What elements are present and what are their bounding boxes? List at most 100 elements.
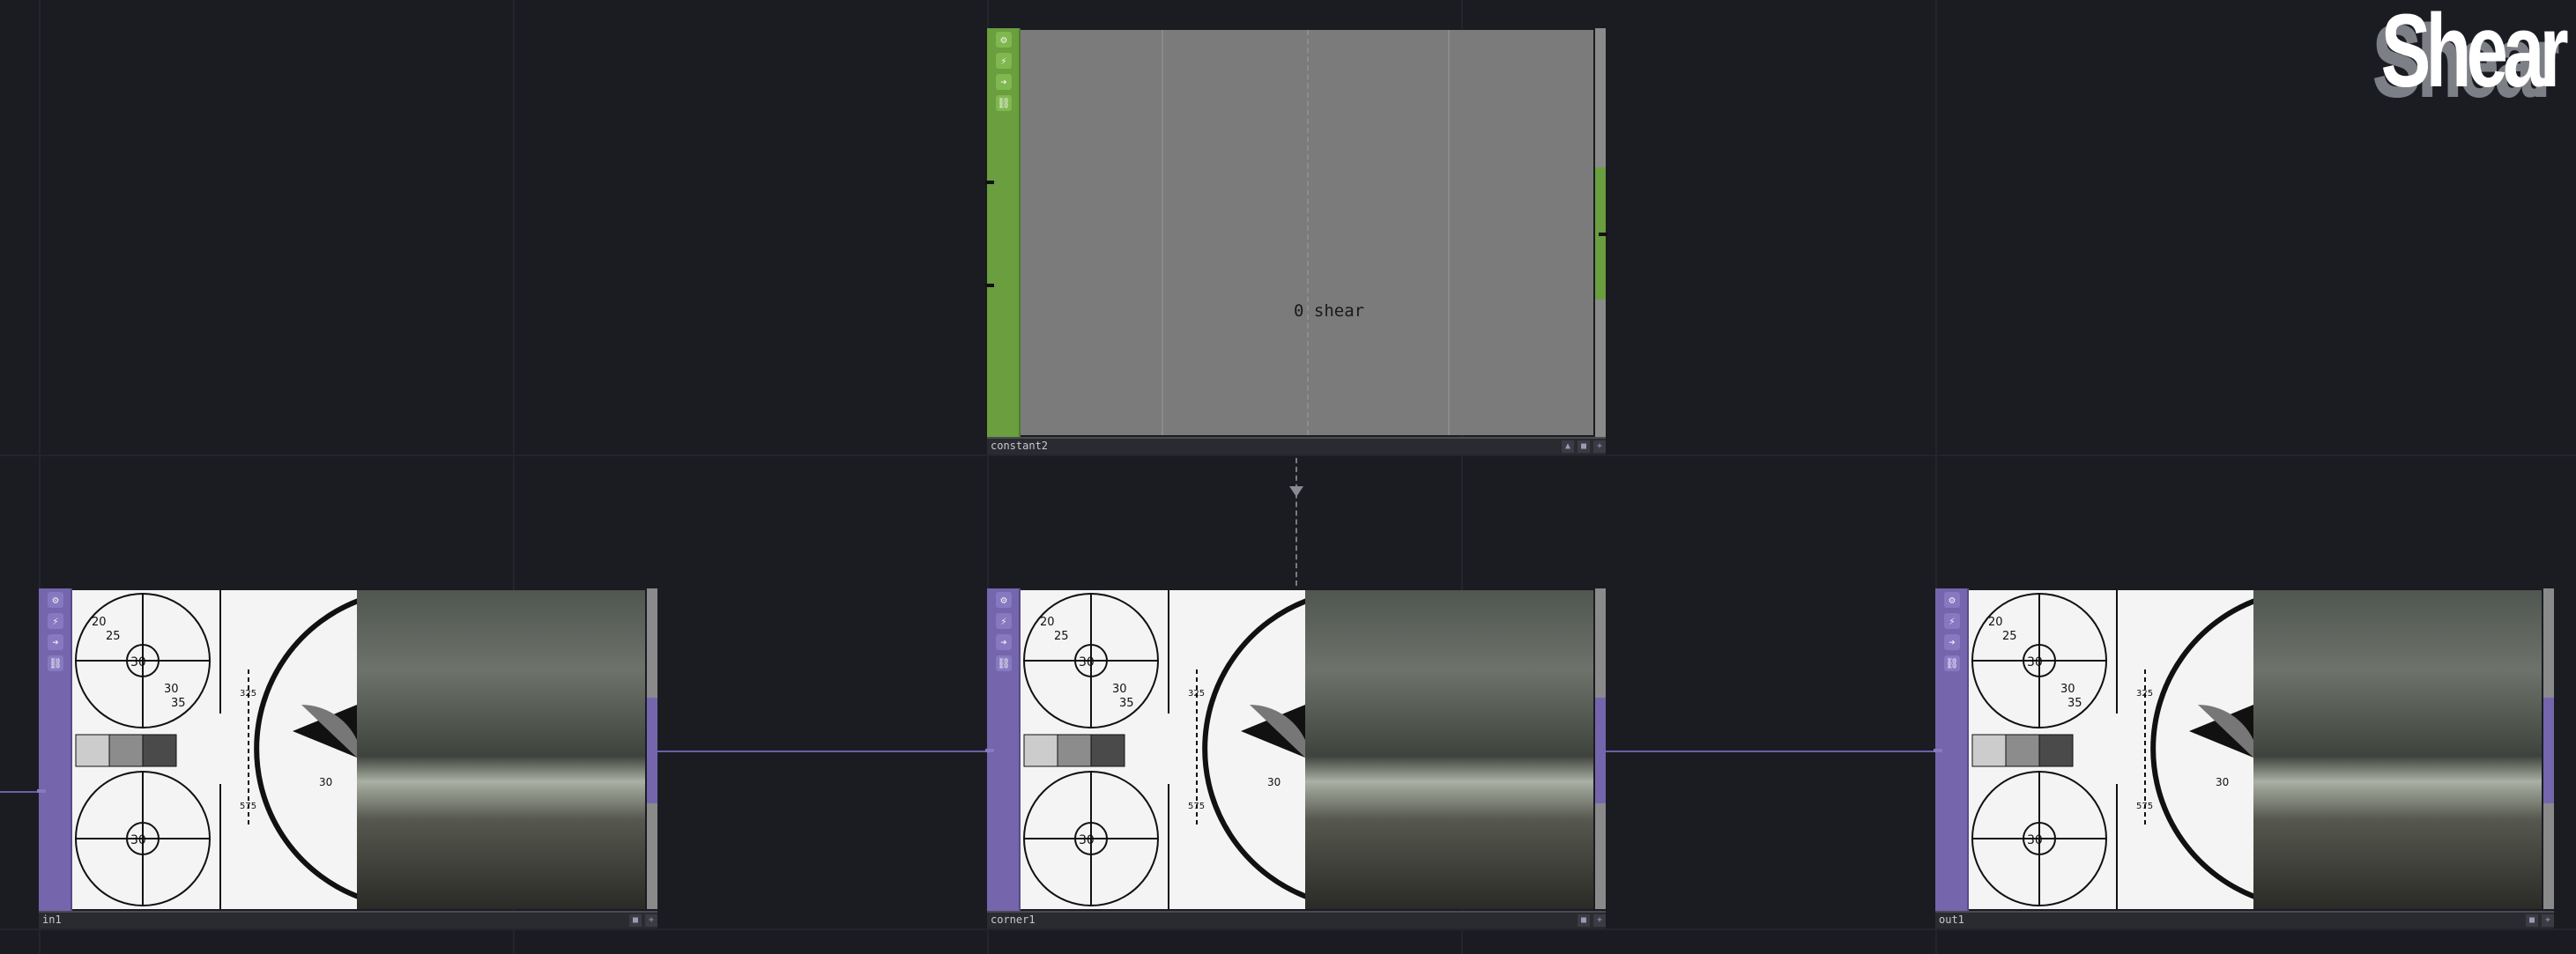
node-out1[interactable]: ⚙ ⚡ ➔ ⛓ 30 30 20 25 30 35 325 575 30 out… — [1934, 588, 2554, 928]
node-footer: in1 ■ + — [39, 911, 657, 928]
node-name[interactable]: out1 — [1939, 913, 1964, 926]
scale-label: 325 — [1188, 689, 1205, 699]
arrow-right-icon[interactable]: ➔ — [996, 634, 1012, 650]
add-icon[interactable]: + — [645, 914, 657, 927]
wire-in1-corner1[interactable] — [654, 751, 989, 752]
link-icon[interactable]: ⛓ — [48, 655, 63, 671]
tick-label: 30 — [2060, 683, 2075, 696]
arrow-right-icon[interactable]: ➔ — [1944, 634, 1960, 650]
link-icon[interactable]: ⛓ — [1944, 655, 1960, 671]
cathedral-photo — [357, 590, 645, 909]
tick-label: 25 — [2002, 630, 2017, 643]
node-sidebar: ⚙ ⚡ ➔ ⛓ — [987, 28, 1021, 437]
node-viewer[interactable]: 30 30 20 25 30 35 325 575 30 — [72, 590, 645, 909]
tick-label: 30 — [1112, 683, 1127, 696]
cathedral-photo — [2253, 590, 2542, 909]
tick-label: 25 — [1054, 630, 1069, 643]
viewer-toggle-icon[interactable]: ■ — [2526, 914, 2538, 927]
node-side-handle — [647, 803, 657, 909]
node-side-handle — [2543, 588, 2554, 698]
scale-label: 575 — [1188, 802, 1205, 811]
gear-icon[interactable]: ⚙ — [1944, 592, 1960, 608]
node-viewer[interactable]: 30 30 20 25 30 35 325 575 30 — [1969, 590, 2542, 909]
node-footer: corner1 ■ + — [987, 911, 1606, 928]
node-side-handle — [1595, 803, 1606, 909]
link-icon[interactable]: ⛓ — [996, 655, 1012, 671]
tick-label: 30 — [164, 683, 179, 696]
node-name[interactable]: in1 — [42, 913, 62, 926]
lightning-icon[interactable]: ⚡ — [1944, 613, 1960, 629]
add-icon[interactable]: + — [2542, 914, 2554, 927]
node-side-handle — [647, 588, 657, 698]
scale-label: 575 — [2136, 802, 2153, 811]
tick-label: 20 — [1988, 616, 2003, 629]
cathedral-photo — [1305, 590, 1593, 909]
tick-label: 20 — [1040, 616, 1055, 629]
test-pattern: 30 30 20 25 30 35 325 575 30 — [1969, 590, 2253, 909]
grid-line — [0, 928, 2576, 930]
tick-label: 35 — [1119, 697, 1134, 710]
test-pattern: 30 30 20 25 30 35 325 575 30 — [1021, 590, 1305, 909]
input-connector[interactable] — [1934, 749, 1942, 752]
node-footer: constant2 ▲ ■ + — [987, 437, 1606, 455]
dependency-arrow-icon — [1289, 486, 1303, 497]
dependency-wire — [1295, 440, 1297, 586]
viewer-toggle-icon[interactable]: ■ — [629, 914, 642, 927]
input-connector[interactable] — [985, 181, 994, 184]
lightning-icon[interactable]: ⚡ — [48, 613, 63, 629]
link-icon[interactable]: ⛓ — [996, 95, 1012, 111]
node-name[interactable]: corner1 — [991, 913, 1036, 926]
ring-label: 30 — [130, 655, 146, 669]
test-pattern: 30 30 20 25 30 35 325 575 30 — [72, 590, 357, 909]
output-connector[interactable] — [1599, 233, 1607, 236]
node-viewer[interactable]: 30 30 20 25 30 35 325 575 30 — [1021, 590, 1593, 909]
node-side-handle — [2543, 803, 2554, 909]
node-side-handle — [1595, 588, 1606, 698]
arrow-right-icon[interactable]: ➔ — [48, 634, 63, 650]
viewer-toggle-icon[interactable]: ■ — [1578, 440, 1590, 453]
center-label: 30 — [319, 776, 332, 788]
node-constant2[interactable]: ⚙ ⚡ ➔ ⛓ 0 shear constant2 ▲ ■ + — [985, 28, 1607, 455]
output-handle[interactable] — [2543, 698, 2554, 803]
ring-label: 30 — [2027, 655, 2043, 669]
grid-line — [0, 455, 2576, 456]
lock-icon[interactable]: ▲ — [1562, 440, 1574, 453]
add-icon[interactable]: + — [1593, 440, 1606, 453]
input-connector[interactable] — [37, 789, 46, 793]
page-title: Shear — [2380, 0, 2569, 109]
output-handle[interactable] — [1595, 698, 1606, 803]
node-name[interactable]: constant2 — [991, 440, 1048, 452]
scale-label: 325 — [240, 689, 256, 699]
gear-icon[interactable]: ⚙ — [996, 32, 1012, 48]
node-sidebar: ⚙ ⚡ ➔ ⛓ — [39, 588, 72, 911]
ring-label: 30 — [130, 833, 146, 847]
center-label: 30 — [1267, 776, 1281, 788]
viewer-text: 0 shear — [1294, 301, 1365, 321]
tick-label: 35 — [2067, 697, 2082, 710]
input-connector[interactable] — [985, 284, 994, 287]
add-icon[interactable]: + — [1593, 914, 1606, 927]
gear-icon[interactable]: ⚙ — [996, 592, 1012, 608]
gear-icon[interactable]: ⚙ — [48, 592, 63, 608]
scale-label: 575 — [240, 802, 256, 811]
arrow-right-icon[interactable]: ➔ — [996, 74, 1012, 90]
node-corner1[interactable]: ⚙ ⚡ ➔ ⛓ 30 30 20 25 30 35 325 575 30 cor… — [985, 588, 1606, 928]
wire-corner1-out1[interactable] — [1602, 751, 1937, 752]
viewer-toggle-icon[interactable]: ■ — [1578, 914, 1590, 927]
output-handle[interactable] — [647, 698, 657, 803]
input-connector[interactable] — [985, 749, 994, 752]
node-in1[interactable]: ⚙ ⚡ ➔ ⛓ 30 30 20 25 30 35 325 575 30 in1… — [37, 588, 657, 928]
ring-label: 30 — [1079, 833, 1095, 847]
tick-label: 20 — [92, 616, 107, 629]
ring-label: 30 — [2027, 833, 2043, 847]
node-viewer[interactable]: 0 shear — [1021, 30, 1593, 435]
tick-label: 25 — [106, 630, 121, 643]
node-footer: out1 ■ + — [1935, 911, 2554, 928]
lightning-icon[interactable]: ⚡ — [996, 613, 1012, 629]
node-side-handle — [1595, 300, 1606, 439]
scale-label: 325 — [2136, 689, 2153, 699]
center-label: 30 — [2216, 776, 2229, 788]
node-side-handle — [1595, 28, 1606, 167]
tick-label: 35 — [171, 697, 186, 710]
lightning-icon[interactable]: ⚡ — [996, 53, 1012, 69]
